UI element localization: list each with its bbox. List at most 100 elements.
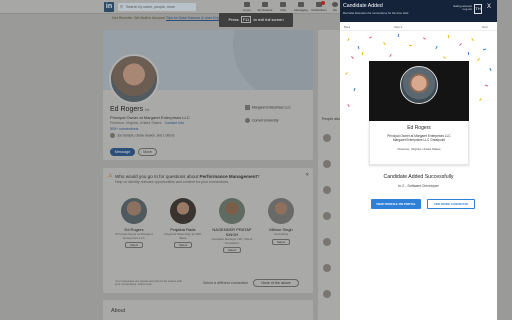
questions-card: ⚠ Who would you go to for questions abou… bbox=[103, 168, 313, 293]
suggestion-avatar[interactable] bbox=[323, 186, 331, 194]
nav-home[interactable]: Home bbox=[238, 2, 256, 12]
select-different-link[interactable]: Select a different connection bbox=[203, 281, 248, 285]
warning-icon: ⚠ bbox=[108, 173, 113, 179]
panel-title: Candidate Added bbox=[343, 3, 383, 9]
message-button[interactable]: Message bbox=[110, 148, 135, 156]
about-card: About bbox=[103, 300, 313, 320]
mutual-avatar bbox=[110, 133, 115, 138]
page-scrollbar[interactable] bbox=[497, 0, 512, 320]
nav-notifications-label: Notifications bbox=[311, 8, 327, 12]
next-link[interactable]: Next bbox=[482, 25, 488, 29]
toast-key: F11 bbox=[240, 16, 252, 23]
profile-pronoun: He bbox=[145, 108, 150, 112]
suggested-person: Prajakta Rade Regional Sales Rep at ADP,… bbox=[162, 198, 204, 249]
school-logo-icon bbox=[245, 118, 250, 123]
candidate-avatar bbox=[400, 66, 438, 104]
candidate-info-card: Ed Rogers Principal Owner at Margaret En… bbox=[369, 121, 469, 165]
nav-me-label: Me bbox=[333, 8, 337, 12]
suggested-person: NAGENDER PRATAP SINGH Assistant Manager … bbox=[211, 198, 253, 254]
nav-messaging-label: Messaging bbox=[294, 8, 308, 12]
close-icon[interactable]: X bbox=[487, 4, 491, 10]
suggestion-avatar[interactable] bbox=[323, 290, 331, 298]
suggestion-avatar[interactable] bbox=[323, 212, 331, 220]
profile-card: Ed Rogers He Principal Owner at Margaret… bbox=[103, 30, 313, 160]
suggestion-avatar[interactable] bbox=[323, 238, 331, 246]
extension-panel: Candidate Added Recruiter Extension for … bbox=[340, 0, 497, 320]
panel-subbar: Back Step 3 Next bbox=[340, 23, 497, 31]
brand-logo: TH bbox=[474, 4, 482, 14]
select-button[interactable]: Select bbox=[173, 242, 193, 249]
candidate-photo bbox=[369, 61, 469, 121]
suggestion-avatar[interactable] bbox=[323, 160, 331, 168]
candidate-company: Margaret Enterprises LLC Greatpoint bbox=[392, 138, 446, 142]
company-name: Margaret Enterprises LLC bbox=[252, 105, 291, 110]
toast-prefix: Press bbox=[228, 17, 239, 22]
search-icon: ⚲ bbox=[120, 4, 123, 9]
profile-location: Florence, Virginia, United States bbox=[110, 121, 162, 125]
connections-link[interactable]: 500+ connections bbox=[110, 127, 138, 131]
questions-title-prefix: Who would you go to for questions about bbox=[115, 174, 199, 179]
search-input[interactable]: ⚲ Search by name, people, more bbox=[118, 3, 196, 11]
profile-location-line: Florence, Virginia, United States · Cont… bbox=[110, 121, 184, 125]
role-text: In 2 - Software Developer bbox=[398, 184, 439, 188]
person-role: Assistant Manager HR | Talent Acquisitio… bbox=[211, 237, 253, 245]
company-item[interactable]: Margaret Enterprises LLC bbox=[245, 105, 291, 110]
logout-link[interactable]: Log out bbox=[452, 7, 472, 11]
toast-suffix: to exit full screen bbox=[253, 17, 284, 22]
mutual-connections[interactable]: Joe Sample, Derek Gowen, and 1 others bbox=[110, 133, 174, 138]
suggestion-avatar[interactable] bbox=[323, 134, 331, 142]
select-button[interactable]: Select bbox=[124, 242, 144, 249]
right-column bbox=[318, 30, 340, 320]
nav-my-network[interactable]: My Network bbox=[256, 2, 274, 12]
panel-header: Candidate Added Recruiter Extension for … bbox=[340, 0, 497, 22]
fullscreen-toast: Press F11 to exit full screen bbox=[219, 13, 293, 27]
privacy-note: Your responses are private and will not … bbox=[115, 279, 183, 287]
select-button[interactable]: Select bbox=[271, 238, 291, 245]
success-message: Candidate Added Successfully bbox=[383, 174, 454, 180]
network-icon bbox=[262, 2, 268, 7]
linkedin-top-nav: in ⚲ Search by name, people, more Home M… bbox=[0, 0, 340, 14]
home-icon bbox=[244, 2, 250, 7]
person-name: NAGENDER PRATAP SINGH bbox=[212, 227, 252, 237]
nav-network-label: My Network bbox=[257, 8, 273, 12]
jobs-icon bbox=[280, 2, 286, 7]
close-icon[interactable]: ✕ bbox=[305, 172, 309, 178]
linkedin-logo[interactable]: in bbox=[104, 2, 114, 12]
school-name: Cornell University bbox=[252, 118, 279, 123]
back-link[interactable]: Back bbox=[344, 25, 350, 29]
suggested-person: Ed Rogers Principal Owner at Margaret En… bbox=[113, 198, 155, 249]
nav-messaging[interactable]: Messaging bbox=[292, 2, 310, 12]
person-photo bbox=[121, 198, 147, 224]
banner-text: Get Recruite: We Built in Account bbox=[112, 16, 166, 20]
person-role: Principal Owner at Margaret Enterprises … bbox=[115, 232, 153, 240]
school-item[interactable]: Cornell University bbox=[245, 118, 279, 123]
profile-name: Ed Rogers bbox=[110, 106, 144, 113]
nav-jobs[interactable]: Jobs bbox=[274, 2, 292, 12]
step-indicator: Step 3 bbox=[394, 25, 403, 29]
select-button[interactable]: Select bbox=[222, 247, 242, 254]
panel-subtitle: Recruiter Extension for connections for … bbox=[343, 11, 409, 15]
account-info: Eating account Log out bbox=[452, 4, 472, 12]
messaging-icon bbox=[298, 2, 304, 7]
add-more-candidate-button[interactable]: ADD MORE CANDIDATE bbox=[427, 199, 475, 209]
questions-subtitle: Help us identify relevant opportunities … bbox=[115, 180, 230, 184]
candidate-location: Florence, Virginia, United States bbox=[397, 147, 441, 151]
nav-jobs-label: Jobs bbox=[280, 8, 286, 12]
more-button[interactable]: More bbox=[138, 148, 157, 156]
nav-home-label: Home bbox=[243, 8, 251, 12]
person-photo bbox=[268, 198, 294, 224]
profile-photo[interactable] bbox=[109, 54, 159, 104]
person-role: Consulting bbox=[273, 232, 289, 236]
person-photo bbox=[219, 198, 245, 224]
avatar-icon bbox=[332, 2, 338, 7]
suggestion-avatar[interactable] bbox=[323, 264, 331, 272]
questions-title: Who would you go to for questions about … bbox=[115, 174, 260, 179]
contact-info-link[interactable]: Contact info bbox=[165, 121, 184, 125]
none-of-above-button[interactable]: None of the above bbox=[253, 279, 299, 287]
person-photo bbox=[170, 198, 196, 224]
company-logo-icon bbox=[245, 105, 250, 110]
profile-headline: Principal Owner at Margaret Enterprises … bbox=[110, 115, 190, 120]
suggested-person: Mithun Singh Consulting Select bbox=[260, 198, 302, 245]
search-placeholder: Search by name, people, more bbox=[126, 5, 176, 9]
view-profile-button[interactable]: VIEW PROFILE ON PORTAL bbox=[371, 199, 421, 209]
